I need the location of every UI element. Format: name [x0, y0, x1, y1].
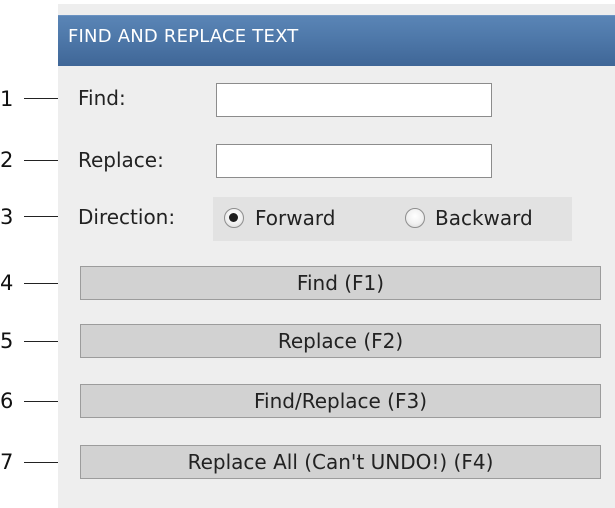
callout-number: 3 [0, 205, 14, 229]
direction-radio-group: Forward Backward [213, 197, 572, 241]
callout-number: 7 [0, 450, 14, 474]
replace-input[interactable] [216, 144, 492, 178]
forward-label[interactable]: Forward [255, 206, 335, 230]
replace-label: Replace: [78, 148, 164, 172]
callout-number: 6 [0, 389, 14, 413]
dialog-title: FIND AND REPLACE TEXT [68, 26, 299, 47]
callout-number: 2 [0, 148, 14, 172]
find-replace-dialog: FIND AND REPLACE TEXT [58, 4, 615, 508]
direction-label: Direction: [78, 205, 176, 229]
find-button[interactable]: Find (F1) [80, 266, 601, 300]
callout-number: 4 [0, 271, 14, 295]
find-replace-button[interactable]: Find/Replace (F3) [80, 384, 601, 418]
dialog-title-bar: FIND AND REPLACE TEXT [58, 15, 615, 66]
replace-button[interactable]: Replace (F2) [80, 324, 601, 358]
find-label: Find: [78, 86, 126, 110]
callout-number: 5 [0, 329, 14, 353]
callout-number: 1 [0, 87, 14, 111]
find-input[interactable] [216, 83, 492, 117]
radio-button-checked-icon[interactable] [224, 208, 244, 228]
replace-all-button[interactable]: Replace All (Can't UNDO!) (F4) [80, 445, 601, 479]
backward-label[interactable]: Backward [435, 206, 533, 230]
radio-button-unchecked-icon[interactable] [405, 208, 425, 228]
